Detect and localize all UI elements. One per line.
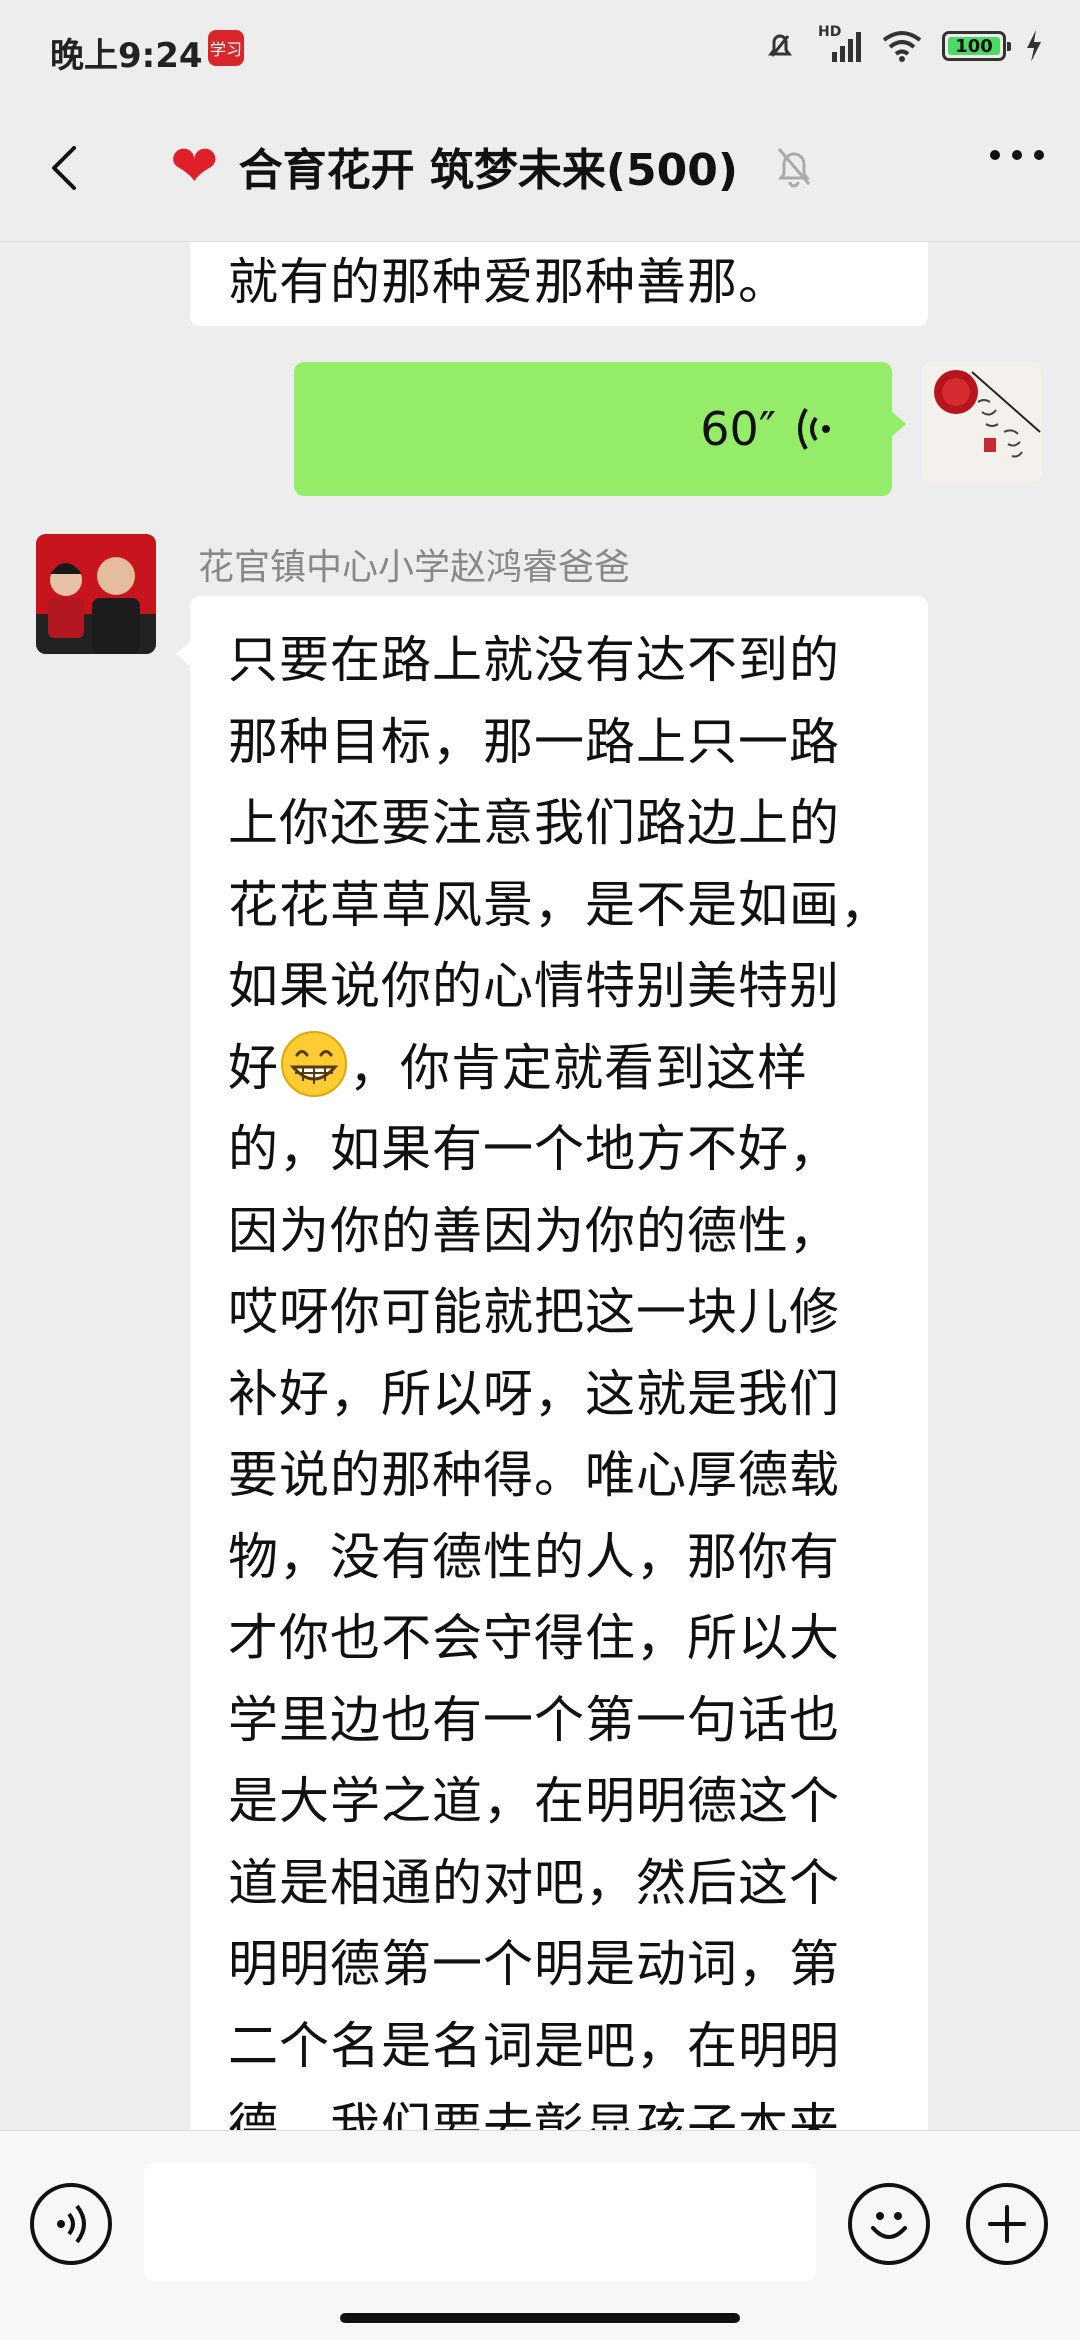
input-bar <box>0 2130 1080 2340</box>
self-avatar[interactable] <box>922 362 1042 482</box>
text-line: 学里边也有一个第一句话也 <box>228 1690 840 1749</box>
grin-emoji-icon <box>281 1030 347 1097</box>
wifi-icon <box>882 31 922 62</box>
text-line: 要说的那种得。唯心厚德载 <box>228 1446 840 1504</box>
message-text: 只要在路上就没有达不到的 那种目标，那一路上只一路 上你还要注意我们路边上的 花… <box>228 620 892 2130</box>
text-line: 补好，所以呀，这就是我们 <box>228 1364 840 1423</box>
voice-message-bubble[interactable]: 60″ <box>294 362 906 496</box>
chat-message-list[interactable]: 就有的那种爱那种善那。 60″ 花官镇中心小学赵鸿睿爸爸 只要在路上就没有达不到… <box>0 242 1080 2130</box>
text-line: 是大学之道，在明明德这个 <box>228 1772 840 1830</box>
status-time: 晚上9:24 <box>50 36 203 76</box>
smiley-icon <box>871 2212 907 2239</box>
message-input[interactable] <box>144 2163 816 2281</box>
chat-header: ❤ 合育花开 筑梦未来(500) <box>0 96 1080 242</box>
text-line: 二个名是名词是吧，在明明 <box>228 2016 840 2075</box>
message-text: 就有的那种爱那种善那。 <box>228 253 789 311</box>
text-line: 物，没有德性的人，那你有 <box>228 1527 840 1586</box>
text-line: 那种目标，那一路上只一路 <box>228 712 840 771</box>
chat-title-group[interactable]: ❤ 合育花开 筑梦未来(500) <box>170 134 814 198</box>
text-line: 德，我们要去彰显孩子本来 <box>228 2098 840 2130</box>
voice-duration: 60″ <box>700 402 776 456</box>
voice-wave-icon <box>57 2204 86 2244</box>
text-segment: 好 <box>228 1038 279 1097</box>
text-line: 的，如果有一个地方不好， <box>228 1120 840 1178</box>
text-line-with-emoji: 好 ，你肯定就看到这样 <box>228 1028 892 1110</box>
text-line: 道是相通的对吧，然后这个 <box>228 1853 840 1912</box>
battery-level: 100 <box>955 35 993 57</box>
more-functions-button[interactable] <box>966 2183 1048 2265</box>
text-line: 如果说你的心情特别美特别 <box>228 957 840 1015</box>
chat-title: 合育花开 筑梦未来(500) <box>238 145 738 196</box>
back-icon[interactable] <box>36 138 96 198</box>
app-notification-icon: 学习 <box>208 30 244 66</box>
mute-bell-icon <box>777 148 811 188</box>
sender-avatar[interactable] <box>36 534 156 654</box>
signal-icon: HD <box>818 24 862 64</box>
message-bubble-previous[interactable]: 就有的那种爱那种善那。 <box>190 242 928 326</box>
status-bar: 晚上9:24 学习 HD 100 <box>0 0 1080 96</box>
emoji-button[interactable] <box>848 2183 930 2265</box>
sender-name: 花官镇中心小学赵鸿睿爸爸 <box>198 547 631 588</box>
status-icons: HD 100 <box>760 24 1044 66</box>
text-line: 只要在路上就没有达不到的 <box>228 631 840 689</box>
text-line: 明明德第一个明是动词，第 <box>228 1935 840 1993</box>
voice-input-button[interactable] <box>30 2183 112 2265</box>
message-bubble-main[interactable]: 只要在路上就没有达不到的 那种目标，那一路上只一路 上你还要注意我们路边上的 花… <box>176 596 928 2130</box>
text-line: 哎呀你可能就把这一块儿修 <box>228 1283 840 1341</box>
vibrate-off-icon <box>768 34 792 57</box>
heart-icon: ❤ <box>170 132 219 200</box>
text-line: 上你还要注意我们路边上的 <box>228 794 840 852</box>
home-indicator[interactable] <box>340 2313 740 2323</box>
plus-icon <box>988 2205 1026 2243</box>
text-line: 花花草草风景，是不是如画， <box>228 875 891 934</box>
text-line: 才你也不会守得住，所以大 <box>228 1609 840 1667</box>
text-line: 因为你的善因为你的德性， <box>228 1201 840 1260</box>
charging-icon <box>1027 30 1041 62</box>
text-segment: ，你肯定就看到这样 <box>349 1038 808 1097</box>
battery-icon: 100 <box>942 31 1011 61</box>
voice-wave-icon <box>798 407 830 451</box>
more-options-icon[interactable] <box>990 150 1044 160</box>
